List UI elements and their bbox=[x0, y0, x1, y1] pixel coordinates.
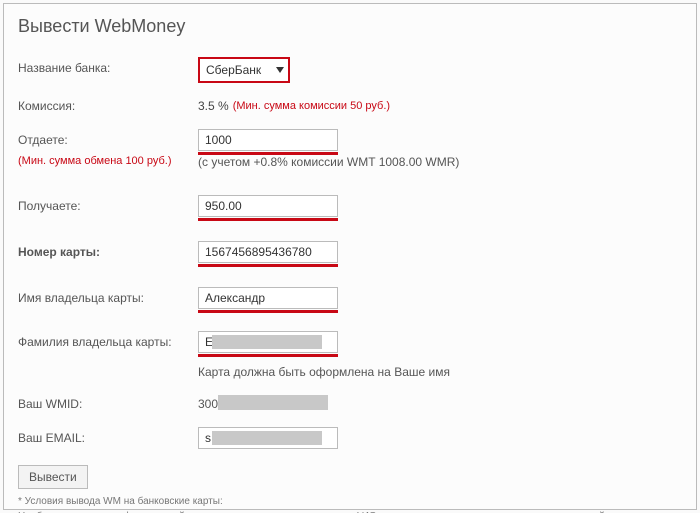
receive-amount-input[interactable] bbox=[198, 195, 338, 217]
card-number-input[interactable] bbox=[198, 241, 338, 263]
min-exchange-note: (Мин. сумма обмена 100 руб.) bbox=[18, 155, 198, 167]
commission-label: Комиссия: bbox=[18, 95, 198, 113]
terms-block: * Условия вывода WM на банковские карты:… bbox=[18, 495, 682, 513]
give-note: (с учетом +0.8% комиссии WMT 1008.00 WMR… bbox=[198, 155, 682, 169]
submit-button[interactable]: Вывести bbox=[18, 465, 88, 489]
commission-percent: 3.5 % bbox=[198, 99, 229, 113]
wmid-value: 300 bbox=[198, 397, 218, 411]
last-name-label: Фамилия владельца карты: bbox=[18, 331, 198, 349]
terms-line-2: Необходимо получить формальный аттестат,… bbox=[18, 510, 682, 513]
commission-min-note: (Мин. сумма комиссии 50 руб.) bbox=[233, 100, 390, 112]
bank-select-value: СберБанк bbox=[206, 63, 261, 77]
wmid-label: Ваш WMID: bbox=[18, 393, 198, 411]
redaction-email bbox=[212, 431, 322, 445]
terms-line-1: * Условия вывода WM на банковские карты: bbox=[18, 495, 682, 510]
page-title: Вывести WebMoney bbox=[18, 16, 682, 37]
card-notice: Карта должна быть оформлена на Ваше имя bbox=[198, 361, 682, 379]
bank-select[interactable]: СберБанк bbox=[198, 57, 290, 83]
chevron-down-icon bbox=[276, 67, 284, 73]
redaction-wmid bbox=[218, 395, 328, 410]
give-amount-input[interactable] bbox=[198, 129, 338, 151]
receive-label: Получаете: bbox=[18, 195, 198, 213]
give-label: Отдаете: bbox=[18, 129, 198, 147]
redaction-last-name bbox=[212, 335, 322, 349]
email-label: Ваш EMAIL: bbox=[18, 427, 198, 445]
first-name-label: Имя владельца карты: bbox=[18, 287, 198, 305]
bank-name-label: Название банка: bbox=[18, 57, 198, 75]
card-number-label: Номер карты: bbox=[18, 241, 198, 259]
first-name-input[interactable] bbox=[198, 287, 338, 309]
withdraw-form-panel: Вывести WebMoney Название банка: СберБан… bbox=[3, 3, 697, 510]
